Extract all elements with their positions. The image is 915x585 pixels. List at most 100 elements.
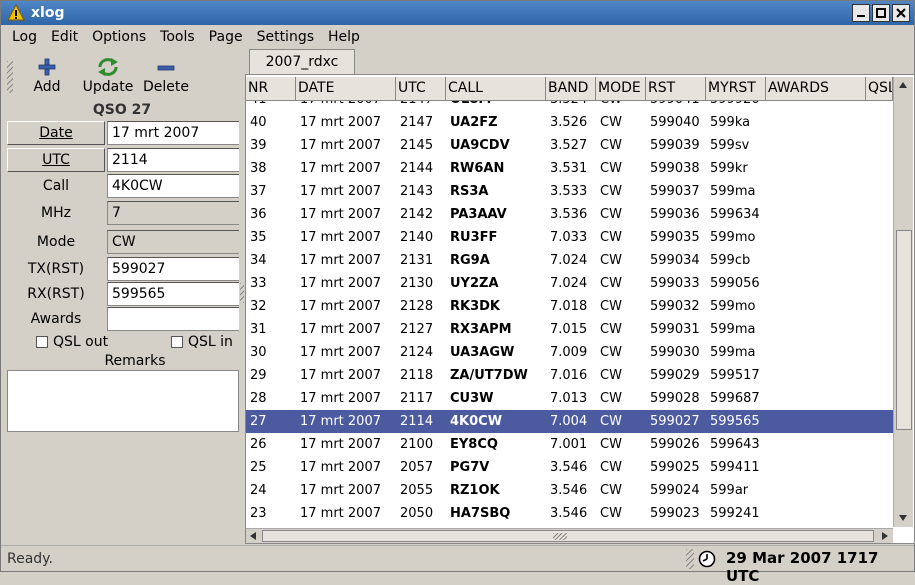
toolbar-grip[interactable] xyxy=(7,61,13,93)
table-cell: 2118 xyxy=(400,368,434,383)
date-button[interactable]: Date xyxy=(7,121,105,145)
table-cell: RS3A xyxy=(450,184,489,199)
awards-input[interactable] xyxy=(107,307,239,331)
menu-page[interactable]: Page xyxy=(202,29,250,45)
table-row[interactable]: 37 17 mrt 2007 2143 RS3A 3.533 CW 599037 599ma xyxy=(246,180,893,203)
table-row[interactable]: 23 17 mrt 2007 2050 HA7SBQ 3.546 CW 599023 5992… xyxy=(246,502,893,525)
remarks-textarea[interactable] xyxy=(7,370,239,432)
tab-2007-rdxc[interactable]: 2007_rdxc xyxy=(249,49,355,75)
scroll-down-button[interactable] xyxy=(894,510,912,526)
scroll-right-button[interactable] xyxy=(878,529,892,543)
table-cell: 599241 xyxy=(710,506,760,521)
column-header-qsl[interactable]: QSL xyxy=(866,77,893,101)
table-cell: 7.004 xyxy=(550,414,588,429)
pane-splitter[interactable] xyxy=(240,283,244,303)
table-cell: CW xyxy=(600,207,622,222)
table-cell: 17 mrt 2007 xyxy=(300,460,381,475)
delete-button[interactable]: Delete xyxy=(139,55,193,95)
table-row[interactable]: 33 17 mrt 2007 2130 UY2ZA 7.024 CW 599033 59905… xyxy=(246,272,893,295)
maximize-button[interactable] xyxy=(872,4,890,22)
menu-edit[interactable]: Edit xyxy=(44,29,85,45)
column-header-utc[interactable]: UTC xyxy=(396,77,446,101)
menu-log[interactable]: Log xyxy=(5,29,44,45)
vertical-scrollbar[interactable] xyxy=(893,77,913,527)
table-cell: 2142 xyxy=(400,207,434,222)
qsl-out-box[interactable] xyxy=(36,336,48,348)
table-cell: 34 xyxy=(250,253,267,268)
table-cell: 2128 xyxy=(400,299,434,314)
table-cell: CW xyxy=(600,184,622,199)
table-row[interactable]: 30 17 mrt 2007 2124 UA3AGW 7.009 CW 599030 599m… xyxy=(246,341,893,364)
rx-rst-input[interactable]: 599565 xyxy=(107,282,239,306)
table-cell: 599035 xyxy=(650,230,700,245)
table-row[interactable]: 28 17 mrt 2007 2117 CU3W 7.013 CW 599028 599687 xyxy=(246,387,893,410)
mhz-select[interactable]: 7 xyxy=(107,201,239,225)
table-cell xyxy=(866,111,893,134)
call-input[interactable]: 4K0CW xyxy=(107,174,239,198)
horizontal-scrollbar[interactable] xyxy=(246,528,893,543)
column-header-myrst[interactable]: MYRST xyxy=(706,77,766,101)
table-cell: 26 xyxy=(250,437,267,452)
table-cell: 2144 xyxy=(400,161,434,176)
remarks-label: Remarks xyxy=(104,353,166,369)
qsl-in-box[interactable] xyxy=(171,336,183,348)
column-header-rst[interactable]: RST xyxy=(646,77,706,101)
menu-settings[interactable]: Settings xyxy=(250,29,321,45)
column-header-awards[interactable]: AWARDS xyxy=(766,77,866,101)
tx-rst-input[interactable]: 599027 xyxy=(107,257,239,281)
table-row[interactable]: 38 17 mrt 2007 2144 RW6AN 3.531 CW 599038 599kr xyxy=(246,157,893,180)
rx-rst-label: RX(RST) xyxy=(7,282,105,306)
menu-tools[interactable]: Tools xyxy=(153,29,202,45)
table-row[interactable]: 39 17 mrt 2007 2145 UA9CDV 3.527 CW 599039 599s… xyxy=(246,134,893,157)
qsl-out-checkbox[interactable]: QSL out xyxy=(36,334,108,350)
utc-button[interactable]: UTC xyxy=(7,148,105,172)
table-cell xyxy=(866,249,893,272)
table-row[interactable]: 36 17 mrt 2007 2142 PA3AAV 3.536 CW 599036 5996… xyxy=(246,203,893,226)
table-cell: 599024 xyxy=(650,483,700,498)
menu-help[interactable]: Help xyxy=(321,29,367,45)
table-row[interactable]: 34 17 mrt 2007 2131 RG9A 7.024 CW 599034 599cb xyxy=(246,249,893,272)
column-header-nr[interactable]: NR xyxy=(246,77,296,101)
minimize-button[interactable] xyxy=(852,4,870,22)
table-row[interactable]: 29 17 mrt 2007 2118 ZA/UT7DW 7.016 CW 599029 59… xyxy=(246,364,893,387)
table-cell: UA3AGW xyxy=(450,345,515,360)
column-header-band[interactable]: BAND xyxy=(546,77,596,101)
qsl-in-checkbox[interactable]: QSL in xyxy=(171,334,233,350)
table-row[interactable]: 40 17 mrt 2007 2147 UA2FZ 3.526 CW 599040 599ka xyxy=(246,111,893,134)
menu-options[interactable]: Options xyxy=(85,29,153,45)
table-cell: PA3AAV xyxy=(450,207,507,222)
table-cell: 2127 xyxy=(400,322,434,337)
column-header-mode[interactable]: MODE xyxy=(596,77,646,101)
table-cell: 23 xyxy=(250,506,267,521)
table-row[interactable]: 4117 mrt 20072147OL8M3.524CW599041599920 xyxy=(246,101,893,111)
vertical-scroll-thumb[interactable] xyxy=(896,230,912,430)
table-row-selected[interactable]: 27 17 mrt 2007 2114 4K0CW 7.004 CW 599027 59956… xyxy=(246,410,893,433)
table-row[interactable]: 24 17 mrt 2007 2055 RZ1OK 3.546 CW 599024 599ar xyxy=(246,479,893,502)
plus-icon xyxy=(38,58,56,76)
close-button[interactable] xyxy=(892,4,910,22)
utc-input[interactable]: 2114 xyxy=(107,148,239,172)
column-header-date[interactable]: DATE xyxy=(296,77,396,101)
horizontal-scroll-thumb[interactable] xyxy=(262,530,874,542)
scroll-left-button[interactable] xyxy=(246,529,260,543)
date-input[interactable]: 17 mrt 2007 xyxy=(107,121,239,145)
table-cell: 2050 xyxy=(400,506,434,521)
table-row[interactable]: 25 17 mrt 2007 2057 PG7V 3.546 CW 599025 599411 xyxy=(246,456,893,479)
table-cell: 36 xyxy=(250,207,267,222)
table-row[interactable]: 32 17 mrt 2007 2128 RK3DK 7.018 CW 599032 599mo xyxy=(246,295,893,318)
mode-select[interactable]: CW xyxy=(107,230,239,254)
table-cell: 599056 xyxy=(710,276,760,291)
scroll-up-button[interactable] xyxy=(894,77,912,93)
column-header-call[interactable]: CALL xyxy=(446,77,546,101)
update-button[interactable]: Update xyxy=(77,55,139,95)
add-button[interactable]: Add xyxy=(27,55,67,95)
table-row[interactable]: 26 17 mrt 2007 2100 EY8CQ 7.001 CW 599026 59964… xyxy=(246,433,893,456)
title-bar[interactable]: xlog xyxy=(1,1,914,25)
table-cell: 41 xyxy=(246,101,296,111)
table-cell: 31 xyxy=(250,322,267,337)
table-cell: 29 xyxy=(250,368,267,383)
table-cell xyxy=(766,318,866,341)
table-cell: CW xyxy=(600,299,622,314)
table-row[interactable]: 31 17 mrt 2007 2127 RX3APM 7.015 CW 599031 599m… xyxy=(246,318,893,341)
table-row[interactable]: 35 17 mrt 2007 2140 RU3FF 7.033 CW 599035 599mo xyxy=(246,226,893,249)
